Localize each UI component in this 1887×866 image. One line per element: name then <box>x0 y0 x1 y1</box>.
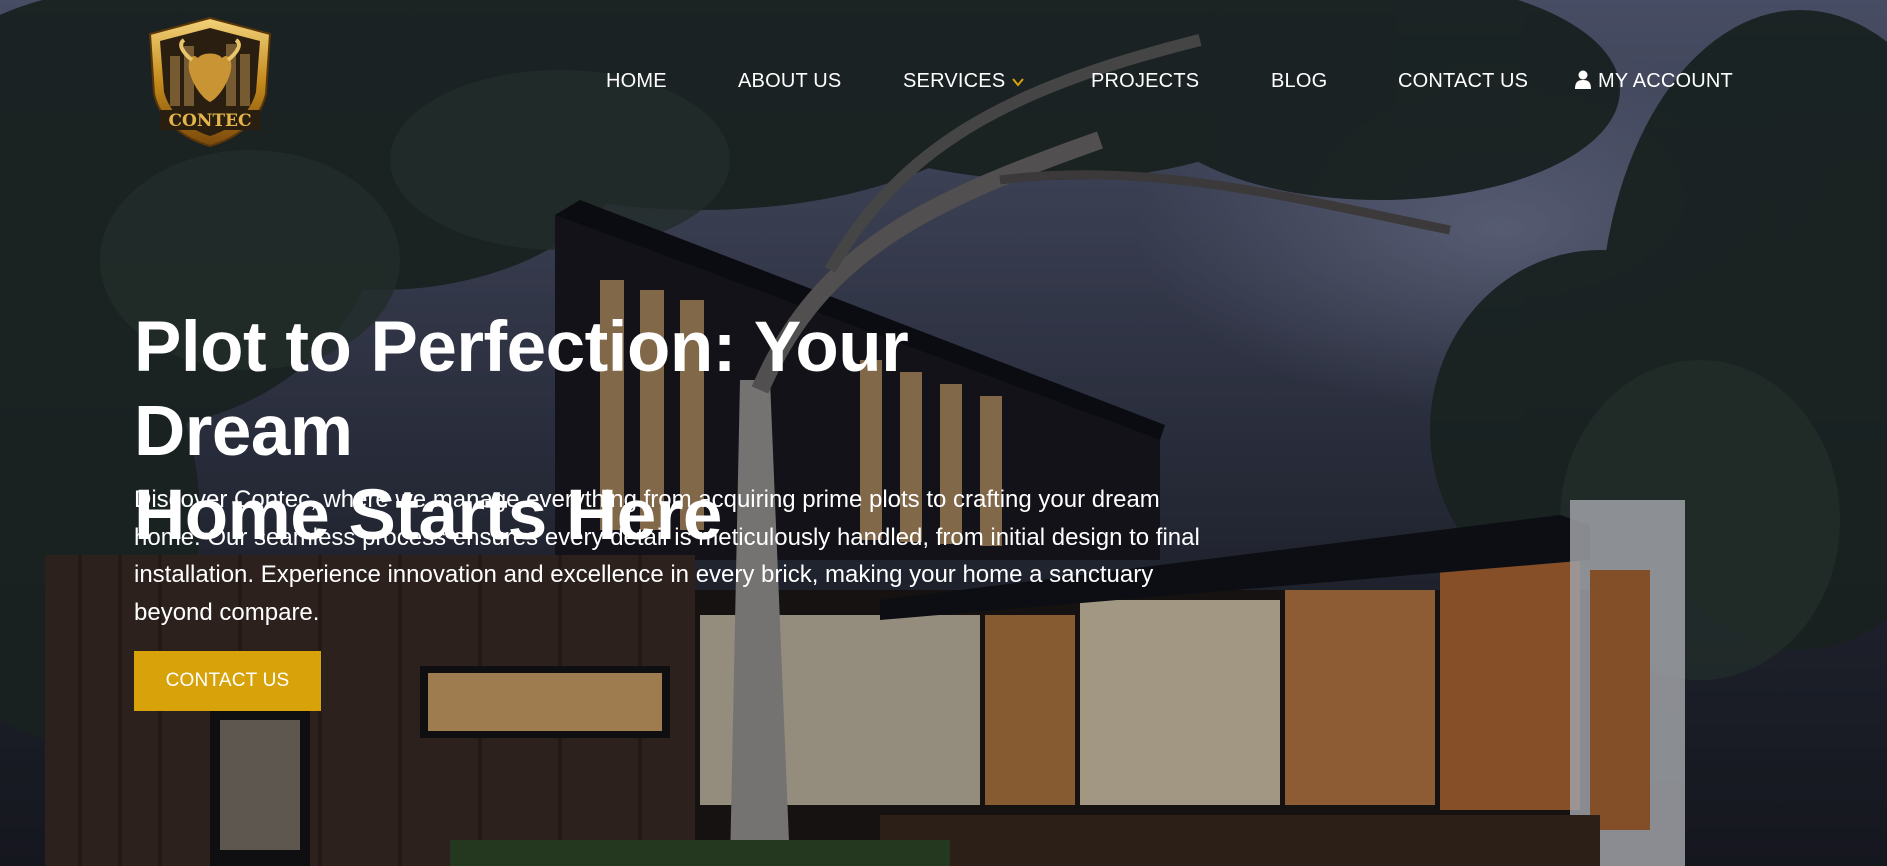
user-icon <box>1575 70 1591 89</box>
nav-home[interactable]: HOME <box>606 66 667 96</box>
nav-services[interactable]: SERVICES <box>903 66 1025 96</box>
nav-my-account[interactable]: MY ACCOUNT <box>1574 66 1733 96</box>
nav-blog[interactable]: BLOG <box>1271 66 1327 96</box>
logo-text: CONTEC <box>168 111 251 131</box>
chevron-down-icon <box>1012 78 1025 87</box>
hero-headline-line-1: Plot to Perfection: Your Dream <box>134 308 909 471</box>
nav-services-label: SERVICES <box>903 70 1006 92</box>
nav-my-account-label: MY ACCOUNT <box>1598 70 1733 92</box>
hero-description: Discover Contec, where we manage everyth… <box>134 486 1200 626</box>
nav-projects[interactable]: PROJECTS <box>1091 66 1199 96</box>
nav-about-us[interactable]: ABOUT US <box>738 66 841 96</box>
main-navigation: HOME ABOUT US SERVICES PROJECTS BLOG CON… <box>0 66 1887 96</box>
hero-section: CONTEC HOME ABOUT US SERVICES PROJECTS B… <box>0 0 1887 866</box>
contact-us-button[interactable]: CONTACT US <box>134 651 321 711</box>
nav-contact-us[interactable]: CONTACT US <box>1398 66 1528 96</box>
